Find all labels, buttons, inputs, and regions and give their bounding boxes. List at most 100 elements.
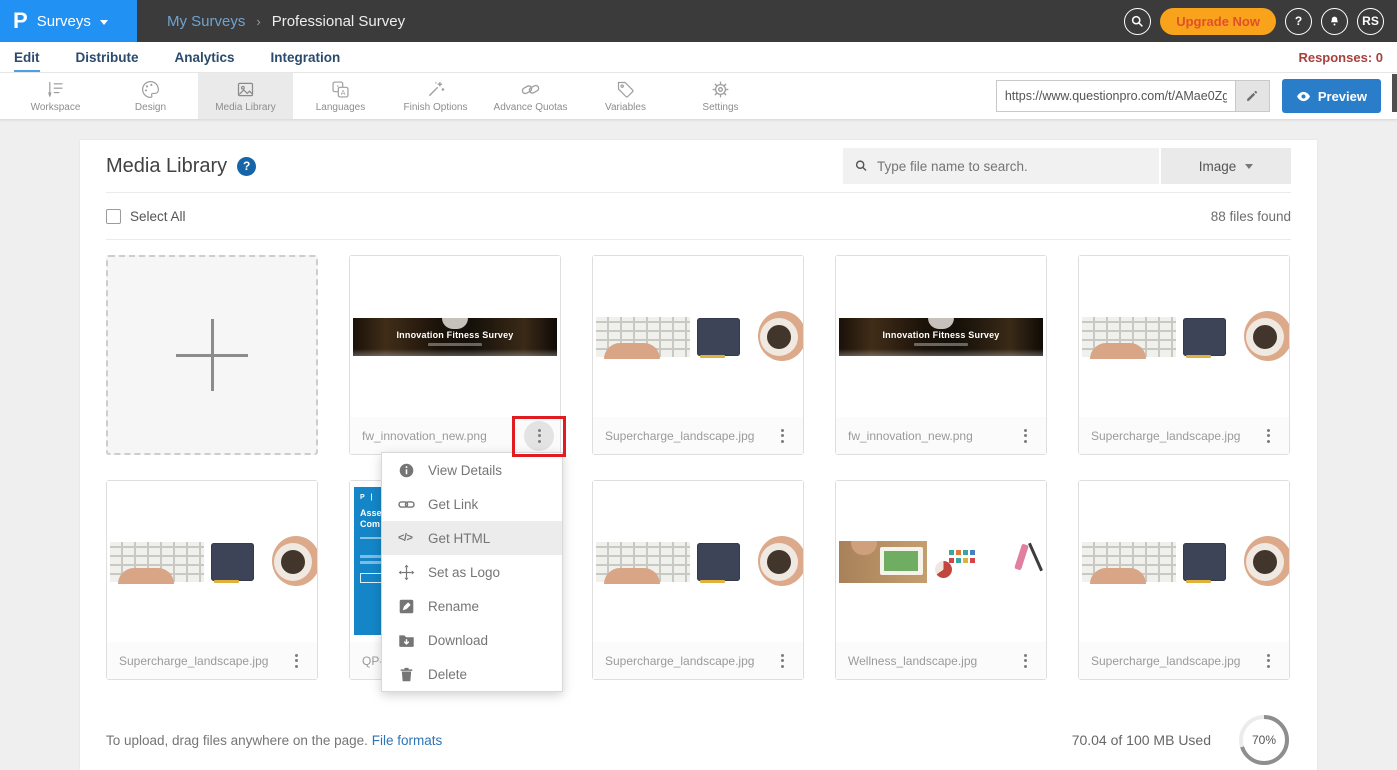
storage-usage-text: 70.04 of 100 MB Used xyxy=(1072,732,1211,748)
chevron-down-icon xyxy=(1245,164,1253,169)
survey-url-input[interactable] xyxy=(997,81,1235,111)
panel-footer: To upload, drag files anywhere on the pa… xyxy=(106,713,1291,767)
file-formats-link[interactable]: File formats xyxy=(372,733,443,748)
thumbnail-supercharge xyxy=(593,256,803,417)
media-card[interactable]: Supercharge_landscape.jpg xyxy=(592,480,804,680)
toolbar-label: Advance Quotas xyxy=(494,102,568,113)
thumbnail-title: Innovation Fitness Survey xyxy=(839,330,1043,340)
more-options-button[interactable] xyxy=(767,421,797,451)
edit-toolbar: Workspace Design Media Library A* Langua… xyxy=(0,73,1397,120)
storage-percent-label: 70% xyxy=(1237,713,1291,767)
thumbnail-supercharge xyxy=(1079,481,1289,642)
toolbar-item-languages[interactable]: A* Languages xyxy=(293,73,388,119)
toolbar-item-settings[interactable]: Settings xyxy=(673,73,768,119)
media-library-icon xyxy=(235,79,256,100)
menu-item-view-details[interactable]: View Details xyxy=(382,453,562,487)
rename-icon xyxy=(398,598,415,615)
upload-hint: To upload, drag files anywhere on the pa… xyxy=(106,733,368,748)
tab-edit[interactable]: Edit xyxy=(14,42,40,72)
plus-icon xyxy=(176,319,248,391)
media-card[interactable]: Wellness_landscape.jpg xyxy=(835,480,1047,680)
toolbar-item-advance-quotas[interactable]: Advance Quotas xyxy=(483,73,578,119)
code-icon: </> xyxy=(398,532,415,544)
menu-item-get-link[interactable]: Get Link xyxy=(382,487,562,521)
tab-analytics[interactable]: Analytics xyxy=(175,42,235,72)
menu-item-download[interactable]: Download xyxy=(382,623,562,657)
toolbar-label: Design xyxy=(135,102,166,113)
trash-icon xyxy=(398,666,415,683)
thumbnail-title: Innovation Fitness Survey xyxy=(353,330,557,340)
page-background: Media Library ? Image Select All 88 file… xyxy=(0,120,1397,770)
avatar[interactable]: RS xyxy=(1357,8,1384,35)
toolbar-label: Workspace xyxy=(31,102,81,113)
more-options-button[interactable] xyxy=(1010,421,1040,451)
more-options-button[interactable] xyxy=(1253,646,1283,676)
file-name: fw_innovation_new.png xyxy=(362,429,487,443)
more-options-button[interactable] xyxy=(281,646,311,676)
menu-item-rename[interactable]: Rename xyxy=(382,589,562,623)
select-all-checkbox[interactable] xyxy=(106,209,121,224)
toolbar-item-design[interactable]: Design xyxy=(103,73,198,119)
more-options-button[interactable] xyxy=(1253,421,1283,451)
toolbar-item-workspace[interactable]: Workspace xyxy=(8,73,103,119)
upgrade-now-button[interactable]: Upgrade Now xyxy=(1160,8,1276,35)
breadcrumb: My Surveys › Professional Survey xyxy=(167,13,405,30)
survey-nav-bar: Edit Distribute Analytics Integration Re… xyxy=(0,42,1397,73)
menu-item-label: Download xyxy=(428,633,488,648)
file-type-filter[interactable]: Image xyxy=(1161,148,1291,184)
thumbnail-supercharge xyxy=(107,481,317,642)
media-card[interactable]: Supercharge_landscape.jpg xyxy=(592,255,804,455)
select-all-label: Select All xyxy=(130,209,186,224)
media-card[interactable]: Innovation Fitness Survey fw_innovation_… xyxy=(835,255,1047,455)
tab-integration[interactable]: Integration xyxy=(271,42,341,72)
toolbar-label: Variables xyxy=(605,102,646,113)
variables-icon xyxy=(615,79,636,100)
page-title: Media Library xyxy=(106,155,227,178)
design-icon xyxy=(140,79,161,100)
file-search-input[interactable] xyxy=(877,159,1147,174)
upload-tile[interactable] xyxy=(106,255,318,455)
toolbar-item-finish-options[interactable]: Finish Options xyxy=(388,73,483,119)
notifications-button[interactable] xyxy=(1321,8,1348,35)
top-bar: P Surveys My Surveys › Professional Surv… xyxy=(0,0,1397,42)
toolbar-label: Finish Options xyxy=(404,102,468,113)
toolbar-item-media-library[interactable]: Media Library xyxy=(198,73,293,119)
languages-icon: A* xyxy=(330,79,351,100)
product-name: Surveys xyxy=(37,13,91,30)
menu-item-set-as-logo[interactable]: Set as Logo xyxy=(382,555,562,589)
file-name: Supercharge_landscape.jpg xyxy=(1091,654,1240,668)
settings-icon xyxy=(710,79,731,100)
media-card[interactable]: Supercharge_landscape.jpg xyxy=(1078,480,1290,680)
menu-item-label: Rename xyxy=(428,599,479,614)
link-icon xyxy=(398,496,415,513)
download-icon xyxy=(398,632,415,649)
menu-item-label: Set as Logo xyxy=(428,565,500,580)
more-options-button[interactable] xyxy=(767,646,797,676)
storage-usage-ring: 70% xyxy=(1237,713,1291,767)
chevron-down-icon xyxy=(100,20,108,25)
more-options-button[interactable] xyxy=(524,421,554,451)
preview-button[interactable]: Preview xyxy=(1282,79,1381,113)
menu-item-get-html[interactable]: </> Get HTML xyxy=(382,521,562,555)
topbar-actions: Upgrade Now ? RS xyxy=(1124,8,1397,35)
file-name: Supercharge_landscape.jpg xyxy=(1091,429,1240,443)
menu-item-delete[interactable]: Delete xyxy=(382,657,562,691)
edit-url-button[interactable] xyxy=(1235,81,1269,111)
help-button[interactable]: ? xyxy=(1285,8,1312,35)
eye-icon xyxy=(1296,91,1311,102)
search-button[interactable] xyxy=(1124,8,1151,35)
media-card[interactable]: Supercharge_landscape.jpg xyxy=(1078,255,1290,455)
tab-distribute[interactable]: Distribute xyxy=(76,42,139,72)
responses-count[interactable]: Responses: 0 xyxy=(1298,42,1383,72)
media-card[interactable]: Supercharge_landscape.jpg xyxy=(106,480,318,680)
scrollbar-thumb[interactable] xyxy=(1392,74,1397,112)
toolbar-item-variables[interactable]: Variables xyxy=(578,73,673,119)
search-icon xyxy=(855,159,868,173)
surveys-product-switcher[interactable]: P Surveys xyxy=(0,0,137,42)
media-card[interactable]: Innovation Fitness Survey fw_innovation_… xyxy=(349,255,561,455)
file-name: Supercharge_landscape.jpg xyxy=(605,654,754,668)
more-options-button[interactable] xyxy=(1010,646,1040,676)
file-context-menu: View Details Get Link </> Get HTML Set a… xyxy=(381,452,563,692)
breadcrumb-my-surveys[interactable]: My Surveys xyxy=(167,13,245,30)
media-library-help-icon[interactable]: ? xyxy=(237,157,256,176)
